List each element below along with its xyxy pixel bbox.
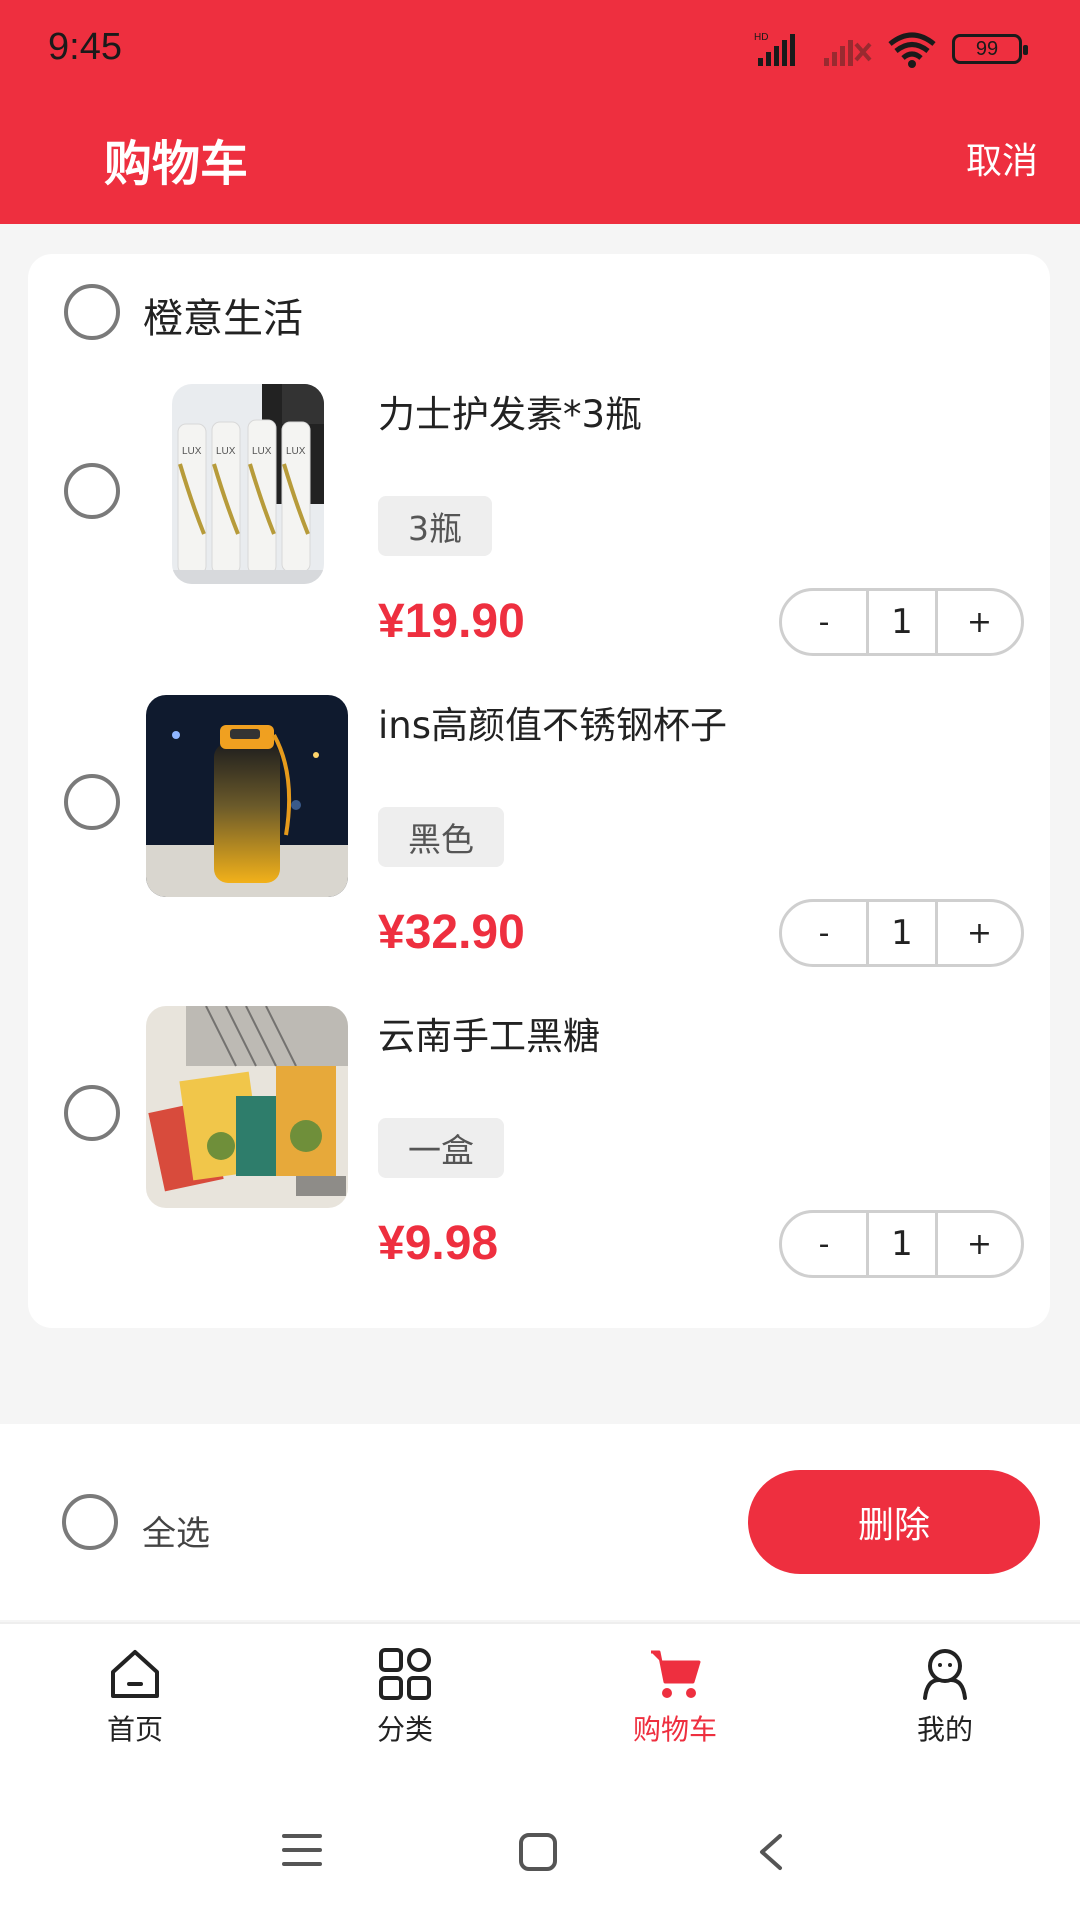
product-name[interactable]: 云南手工黑糖 <box>378 1006 600 1060</box>
tab-label: 购物车 <box>632 1713 717 1746</box>
product-image[interactable]: LUX LUX LUX LUX <box>172 384 324 584</box>
menu-icon[interactable] <box>282 1832 322 1868</box>
svg-text:HD: HD <box>754 32 768 43</box>
svg-text:LUX: LUX <box>216 446 236 457</box>
product-spec[interactable]: 一盒 <box>378 1118 504 1178</box>
wifi-icon <box>888 32 936 68</box>
app-header: 9:45 HD 99 购物车 取消 <box>0 0 1080 224</box>
select-all-label[interactable]: 全选 <box>142 1506 210 1555</box>
quantity-value[interactable]: 1 <box>866 591 938 653</box>
cart-icon <box>651 1650 701 1698</box>
page-title: 购物车 <box>104 136 249 192</box>
back-icon[interactable] <box>756 1832 786 1872</box>
signal-icon: HD <box>754 32 795 66</box>
home-square-icon[interactable] <box>518 1832 558 1872</box>
battery-icon: 99 <box>952 34 1028 64</box>
tab-profile[interactable]: 我的 <box>865 1646 1025 1748</box>
product-image[interactable] <box>146 695 348 897</box>
product-image[interactable] <box>146 1006 348 1208</box>
svg-text:LUX: LUX <box>286 446 306 457</box>
increase-button[interactable]: + <box>938 591 1021 653</box>
store-select-radio[interactable] <box>64 284 120 340</box>
product-spec[interactable]: 3瓶 <box>378 496 492 556</box>
item-select-radio[interactable] <box>64 1085 120 1141</box>
decrease-button[interactable]: - <box>782 1213 866 1275</box>
tab-home[interactable]: 首页 <box>55 1646 215 1748</box>
tab-cart[interactable]: 购物车 <box>595 1646 755 1748</box>
delete-button[interactable]: 删除 <box>748 1470 1040 1574</box>
category-icon <box>379 1648 431 1700</box>
tab-label: 分类 <box>376 1713 433 1746</box>
status-time: 9:45 <box>48 26 122 68</box>
tab-label: 我的 <box>916 1713 973 1746</box>
decrease-button[interactable]: - <box>782 591 866 653</box>
product-price: ¥19.90 <box>378 595 525 648</box>
home-icon <box>111 1650 159 1698</box>
profile-icon <box>923 1649 967 1700</box>
quantity-stepper: - 1 + <box>779 588 1024 656</box>
increase-button[interactable]: + <box>938 1213 1021 1275</box>
quantity-value[interactable]: 1 <box>866 902 938 964</box>
signal-off-icon <box>824 40 872 66</box>
cart-item: LUX LUX LUX LUX 力士护发素*3瓶 3瓶 ¥19.90 - 1 + <box>28 384 1050 684</box>
product-name[interactable]: 力士护发素*3瓶 <box>378 384 642 438</box>
increase-button[interactable]: + <box>938 902 1021 964</box>
product-price: ¥9.98 <box>378 1217 499 1270</box>
tab-category[interactable]: 分类 <box>325 1646 485 1748</box>
cart-action-bar: 全选 删除 <box>0 1424 1080 1620</box>
quantity-stepper: - 1 + <box>779 1210 1024 1278</box>
store-name: 橙意生活 <box>143 296 303 342</box>
system-nav-bar <box>0 1774 1080 1920</box>
cart-item: 云南手工黑糖 一盒 ¥9.98 - 1 + <box>28 1006 1050 1306</box>
product-spec[interactable]: 黑色 <box>378 807 504 867</box>
status-icons: HD 99 <box>754 30 1028 68</box>
product-price: ¥32.90 <box>378 906 525 959</box>
cancel-button[interactable]: 取消 <box>966 132 1038 184</box>
item-select-radio[interactable] <box>64 463 120 519</box>
quantity-value[interactable]: 1 <box>866 1213 938 1275</box>
product-name[interactable]: ins高颜值不锈钢杯子 <box>378 695 727 749</box>
bottom-tab-bar: 首页 分类 购物车 我的 <box>0 1622 1080 1774</box>
cart-item: ins高颜值不锈钢杯子 黑色 ¥32.90 - 1 + <box>28 695 1050 995</box>
svg-text:LUX: LUX <box>252 446 272 457</box>
svg-text:LUX: LUX <box>182 446 202 457</box>
tab-label: 首页 <box>106 1713 163 1746</box>
store-card: 橙意生活 LUX LUX LUX LUX 力士护发素*3瓶 3瓶 ¥19.90 … <box>28 254 1050 1328</box>
quantity-stepper: - 1 + <box>779 899 1024 967</box>
decrease-button[interactable]: - <box>782 902 866 964</box>
select-all-radio[interactable] <box>62 1494 118 1550</box>
item-select-radio[interactable] <box>64 774 120 830</box>
